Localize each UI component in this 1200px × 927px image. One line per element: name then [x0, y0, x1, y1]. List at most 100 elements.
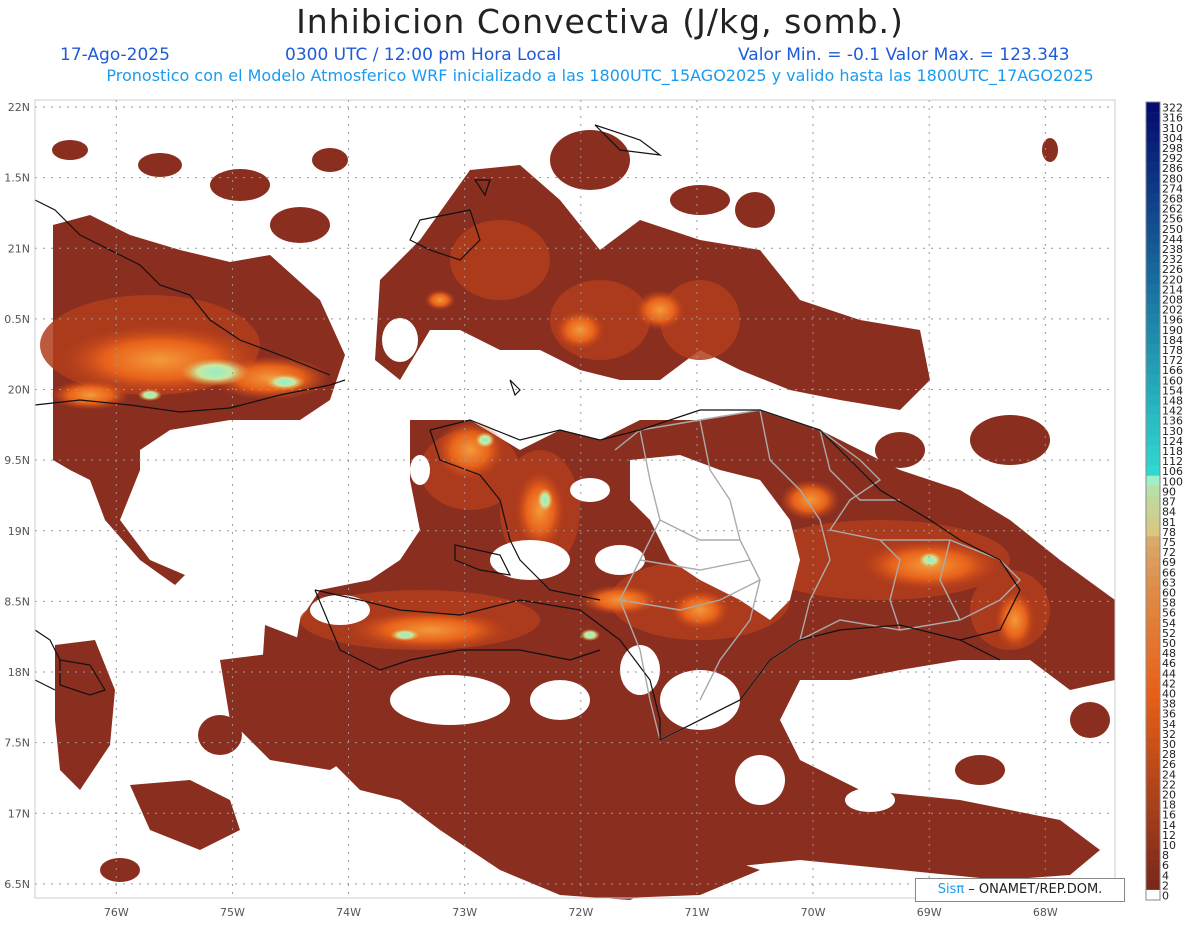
latitude-tick-label: 0.5N — [4, 313, 30, 326]
colorbar-swatch — [1146, 344, 1160, 355]
colorbar-swatch — [1146, 586, 1160, 598]
colorbar-swatch — [1146, 364, 1160, 376]
colorbar-swatch — [1146, 627, 1160, 638]
colorbar-swatch — [1146, 798, 1160, 810]
colorbar-swatch — [1146, 102, 1160, 113]
colorbar-label: 0 — [1162, 890, 1169, 903]
colorbar-swatch — [1146, 768, 1160, 780]
colorbar-swatch — [1146, 223, 1160, 234]
colorbar-swatch — [1146, 203, 1160, 214]
latitude-tick-label: 9.5N — [4, 454, 30, 467]
colorbar-swatch — [1146, 748, 1160, 759]
colorbar-swatch — [1146, 455, 1160, 466]
colorbar-swatch — [1146, 172, 1160, 184]
colorbar-swatch — [1146, 142, 1160, 153]
longitude-tick-label: 69W — [917, 906, 942, 919]
colorbar-swatch — [1146, 273, 1160, 285]
colorbar-swatch — [1146, 152, 1160, 163]
colorbar-swatch — [1146, 465, 1160, 477]
colorbar-swatch — [1146, 394, 1160, 406]
colorbar-swatch — [1146, 728, 1160, 739]
colorbar-swatch — [1146, 374, 1160, 386]
colorbar-swatch — [1146, 778, 1160, 790]
latitude-tick-label: 1.5N — [4, 172, 30, 185]
latitude-tick-label: 6.5N — [4, 878, 30, 891]
colorbar-swatch — [1146, 677, 1160, 689]
colorbar-swatch — [1146, 304, 1160, 315]
colorbar-swatch — [1146, 809, 1160, 820]
colorbar-swatch — [1146, 122, 1160, 133]
colorbar-swatch — [1146, 738, 1160, 749]
colorbar-swatch — [1146, 263, 1160, 275]
colorbar-swatch — [1146, 405, 1160, 416]
longitude-tick-label: 72W — [568, 906, 593, 919]
latitude-tick-label: 19N — [8, 525, 30, 538]
colorbar-swatch — [1146, 819, 1160, 830]
latitude-tick-label: 8.5N — [4, 595, 30, 608]
colorbar-swatch — [1146, 708, 1160, 719]
latitude-tick-label: 7.5N — [4, 737, 30, 750]
colorbar-swatch — [1146, 384, 1160, 396]
colorbar-swatch — [1146, 334, 1160, 345]
latitude-labels: 22N 1.5N 21N 0.5N 20N 9.5N 19N 8.5N 18N 7.5N 17N 6.… — [4, 101, 30, 891]
longitude-tick-label: 73W — [452, 906, 477, 919]
colorbar-swatch — [1146, 657, 1160, 668]
longitude-tick-label: 71W — [684, 906, 709, 919]
colorbar-swatch — [1146, 607, 1160, 618]
longitude-labels: 76W 75W 74W 73W 72W 71W 70W 69W 68W — [104, 906, 1058, 919]
colorbar-swatch — [1146, 162, 1160, 174]
colorbar-swatch — [1146, 526, 1160, 537]
colorbar-swatch — [1146, 758, 1160, 769]
longitude-tick-label: 74W — [336, 906, 361, 919]
colorbar-swatch — [1146, 283, 1160, 295]
colorbar-swatch — [1146, 415, 1160, 426]
colorbar-swatch — [1146, 647, 1160, 658]
colorbar-swatch — [1146, 556, 1160, 567]
longitude-tick-label: 70W — [801, 906, 826, 919]
colorbar-swatch — [1146, 697, 1160, 709]
colorbar-swatch — [1146, 192, 1160, 204]
sispi-logo-text: Sisπ — [937, 882, 965, 897]
colorbar-swatch — [1146, 243, 1160, 254]
longitude-tick-label: 68W — [1033, 906, 1058, 919]
colorbar-swatch — [1146, 354, 1160, 365]
longitude-tick-label: 75W — [220, 906, 245, 919]
colorbar-swatch — [1146, 869, 1160, 881]
colorbar-swatch — [1146, 485, 1160, 497]
colorbar-swatch — [1146, 829, 1160, 840]
colorbar-swatch — [1146, 445, 1160, 456]
colorbar-swatch — [1146, 112, 1160, 123]
latitude-tick-label: 18N — [8, 666, 30, 679]
colorbar-swatch — [1146, 516, 1160, 527]
latitude-tick-label: 20N — [8, 384, 30, 397]
colorbar-swatch — [1146, 435, 1160, 446]
colorbar-swatch — [1146, 546, 1160, 557]
colorbar-swatch — [1146, 596, 1160, 608]
longitude-tick-label: 76W — [104, 906, 129, 919]
map-figure: 22N 1.5N 21N 0.5N 20N 9.5N 19N 8.5N 18N 7.5N 17N 6.… — [4, 99, 1183, 919]
latitude-tick-label: 21N — [8, 242, 30, 255]
colorbar-swatch — [1146, 132, 1160, 143]
colorbar-swatch — [1146, 233, 1160, 244]
colorbar-swatch — [1146, 293, 1160, 305]
latitude-tick-label: 17N — [8, 807, 30, 820]
credit-box: Sisπ – ONAMET/REP.DOM. — [915, 878, 1125, 902]
colorbar-swatch — [1146, 637, 1160, 648]
colorbar-swatch — [1146, 536, 1160, 547]
colorbar-swatch — [1146, 617, 1160, 628]
colorbar: 3223163103042982922862802742682622562502… — [1145, 101, 1183, 903]
colorbar-swatch — [1146, 879, 1160, 891]
colorbar-swatch — [1146, 859, 1160, 870]
colorbar-swatch — [1146, 253, 1160, 264]
colorbar-swatch — [1146, 839, 1160, 850]
colorbar-swatch — [1146, 576, 1160, 588]
colorbar-swatch — [1146, 425, 1160, 436]
credit-text: – ONAMET/REP.DOM. — [964, 882, 1103, 897]
colorbar-swatch — [1146, 849, 1160, 860]
latitude-tick-label: 22N — [8, 101, 30, 114]
colorbar-swatch — [1146, 889, 1160, 901]
colorbar-swatch — [1146, 687, 1160, 699]
colorbar-swatch — [1146, 788, 1160, 800]
colorbar-swatch — [1146, 182, 1160, 194]
colorbar-swatch — [1146, 566, 1160, 578]
